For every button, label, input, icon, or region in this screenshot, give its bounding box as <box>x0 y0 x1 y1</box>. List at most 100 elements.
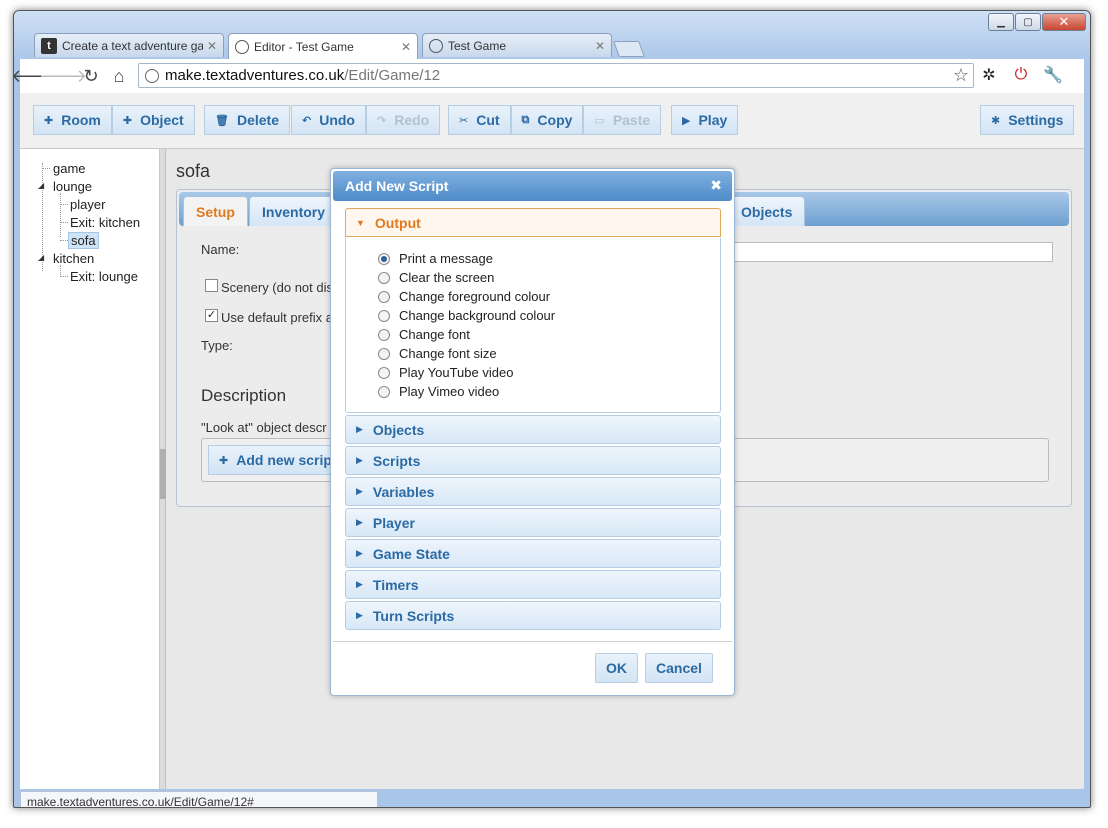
output-options: Print a message Clear the screen Change … <box>345 238 721 413</box>
section-output[interactable]: ▼ Output <box>345 208 721 237</box>
play-button[interactable]: ▶ Play <box>671 105 739 135</box>
paste-button[interactable]: ▭ Paste <box>583 105 662 135</box>
minimize-icon[interactable]: ▁ <box>988 13 1014 31</box>
section-objects[interactable]: ▶ Objects <box>345 415 721 444</box>
option-foreground-colour[interactable]: Change foreground colour <box>378 289 550 304</box>
option-label: Change font <box>399 327 470 342</box>
tree-connector <box>60 204 68 205</box>
object-title: sofa <box>176 161 211 181</box>
section-scripts[interactable]: ▶ Scripts <box>345 446 721 475</box>
radio[interactable] <box>378 271 390 284</box>
add-room-button[interactable]: ✚ Room <box>33 105 112 135</box>
paste-label: Paste <box>612 112 651 128</box>
name-input[interactable] <box>733 242 1053 262</box>
wrench-icon[interactable]: 🔧 <box>1042 64 1064 86</box>
section-turn-scripts[interactable]: ▶ Turn Scripts <box>345 601 721 630</box>
splitter-grip[interactable] <box>160 449 166 499</box>
section-variables[interactable]: ▶ Variables <box>345 477 721 506</box>
prefix-label: Use default prefix a <box>221 310 334 325</box>
title-bar: ▁ ▢ ✕ t Create a text adventure gam ✕ Ed… <box>14 11 1090 63</box>
section-timers[interactable]: ▶ Timers <box>345 570 721 599</box>
undo-button[interactable]: ↶ Undo <box>291 105 366 135</box>
tree-node-sofa[interactable]: sofa <box>68 232 99 249</box>
home-icon[interactable]: ⌂ <box>106 63 132 89</box>
tab-create-text-adventure[interactable]: t Create a text adventure gam ✕ <box>34 33 224 57</box>
scenery-checkbox[interactable] <box>205 279 218 292</box>
delete-group: 🗑 Delete <box>204 105 290 135</box>
reload-icon[interactable]: ↻ <box>78 63 104 89</box>
maximize-icon[interactable]: ▢ <box>1015 13 1041 31</box>
copy-label: Copy <box>537 112 573 128</box>
address-bar[interactable]: make.textadventures.co.uk/Edit/Game/12 ☆ <box>138 63 974 88</box>
option-font-size[interactable]: Change font size <box>378 346 497 361</box>
tab-title: Create a text adventure gam <box>62 38 203 53</box>
gear-icon: ✱ <box>991 114 1001 127</box>
copy-button[interactable]: ⧉ Copy <box>510 105 584 135</box>
option-background-colour[interactable]: Change background colour <box>378 308 555 323</box>
close-icon[interactable]: ✖ <box>710 177 722 194</box>
new-tab-button[interactable] <box>613 41 645 57</box>
tab-test-game[interactable]: Test Game ✕ <box>422 33 612 57</box>
extension-gear-icon[interactable]: ✲ <box>978 64 1000 86</box>
url-path: /Edit/Game/12 <box>344 67 441 84</box>
radio[interactable] <box>378 309 390 322</box>
delete-button[interactable]: 🗑 Delete <box>204 105 290 135</box>
forward-icon[interactable]: 🡒 <box>39 63 87 89</box>
close-window-icon[interactable]: ✕ <box>1042 13 1086 31</box>
settings-button[interactable]: ✱ Settings <box>980 105 1075 135</box>
ok-button[interactable]: OK <box>595 653 638 683</box>
section-label: Scripts <box>372 452 421 469</box>
tree-node-player[interactable]: player <box>70 197 105 212</box>
option-vimeo-video[interactable]: Play Vimeo video <box>378 384 499 399</box>
option-label: Print a message <box>399 251 493 266</box>
trash-icon: 🗑 <box>215 114 229 127</box>
add-new-script-button[interactable]: ✚ Add new script <box>208 445 348 475</box>
option-print-message[interactable]: Print a message <box>378 251 493 266</box>
cut-button[interactable]: ✂ Cut <box>448 105 511 135</box>
caret-down-icon: ▼ <box>356 217 365 228</box>
caret-right-icon: ▶ <box>356 486 363 496</box>
tab-setup[interactable]: Setup <box>183 196 248 226</box>
radio[interactable] <box>378 347 390 360</box>
tree-node-lounge[interactable]: lounge <box>53 179 92 194</box>
extension-stop-icon[interactable]: ⏻ <box>1010 64 1032 86</box>
settings-group: ✱ Settings <box>980 105 1075 135</box>
undo-label: Undo <box>319 112 355 128</box>
url-host: make.textadventures.co.uk <box>165 67 345 84</box>
prefix-checkbox[interactable]: ✓ <box>205 309 218 322</box>
close-tab-icon[interactable]: ✕ <box>595 39 605 53</box>
add-new-script-dialog: Add New Script ✖ ▼ Output Print a messag… <box>330 168 735 696</box>
section-label: Game State <box>372 545 450 562</box>
option-youtube-video[interactable]: Play YouTube video <box>378 365 513 380</box>
tab-title: Editor - Test Game <box>254 39 354 54</box>
play-group: ▶ Play <box>671 105 739 135</box>
bookmark-star-icon[interactable]: ☆ <box>953 65 969 86</box>
add-object-button[interactable]: ✚ Object <box>111 105 195 135</box>
collapse-icon[interactable]: ◢ <box>38 181 44 190</box>
tree-node-exit-lounge[interactable]: Exit: lounge <box>70 269 138 284</box>
option-clear-screen[interactable]: Clear the screen <box>378 270 494 285</box>
tab-inventory[interactable]: Inventory <box>249 196 339 226</box>
radio[interactable] <box>378 366 390 379</box>
radio[interactable] <box>378 385 390 398</box>
tree-node-exit-kitchen[interactable]: Exit: kitchen <box>70 215 140 230</box>
tab-editor-test-game[interactable]: Editor - Test Game ✕ <box>228 33 418 59</box>
caret-right-icon: ▶ <box>356 548 363 558</box>
redo-button[interactable]: ↷ Redo <box>365 105 441 135</box>
tree-node-kitchen[interactable]: kitchen <box>53 251 94 266</box>
close-tab-icon[interactable]: ✕ <box>207 39 217 53</box>
radio-selected[interactable] <box>378 252 390 265</box>
collapse-icon[interactable]: ◢ <box>38 253 44 262</box>
scissors-icon: ✂ <box>459 114 469 127</box>
tree-node-game[interactable]: game <box>53 161 86 176</box>
radio[interactable] <box>378 290 390 303</box>
close-tab-icon[interactable]: ✕ <box>401 40 411 54</box>
tree-connector <box>42 168 50 169</box>
section-player[interactable]: ▶ Player <box>345 508 721 537</box>
section-game-state[interactable]: ▶ Game State <box>345 539 721 568</box>
pane-splitter[interactable] <box>160 149 166 789</box>
option-change-font[interactable]: Change font <box>378 327 470 342</box>
radio[interactable] <box>378 328 390 341</box>
tab-objects[interactable]: Objects <box>728 196 806 226</box>
cancel-button[interactable]: Cancel <box>645 653 713 683</box>
